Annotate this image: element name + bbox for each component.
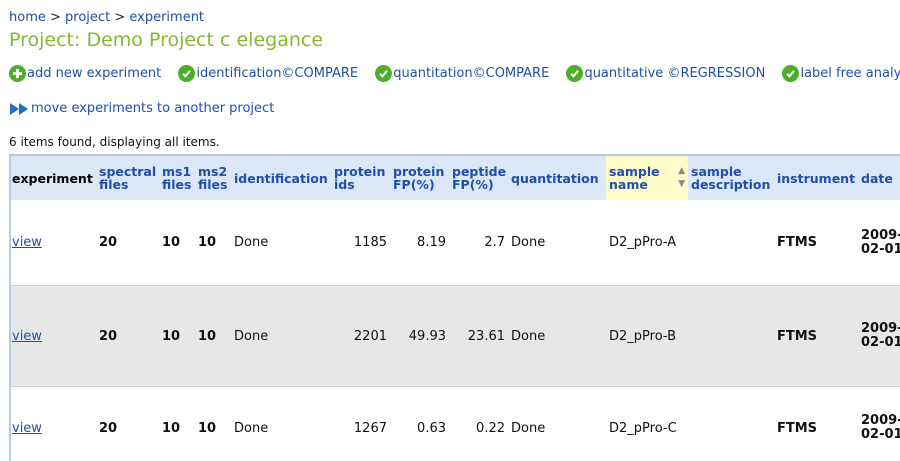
ms2-files-cell: 10 [195,200,231,286]
ms1-files-cell: 10 [159,285,195,387]
experiments-table: experiment spectral files ms1 files ms2 … [9,154,900,461]
spectral-files-cell: 20 [96,285,159,387]
date-cell: 2009- 02-01 [858,285,900,387]
breadcrumb-separator: > [50,10,61,25]
table-row: view 20 10 10 Done 1185 8.19 2.7 Done D2… [9,200,900,286]
peptide-fp-cell: 0.22 [449,386,508,461]
protein-fp-cell: 49.93 [390,285,449,387]
col-header-ms1-files[interactable]: ms1 files [159,154,195,200]
identification-cell: Done [231,386,331,461]
col-header-peptide-fp[interactable]: peptide FP(%) [449,154,508,200]
experiment-cell: view [9,285,96,387]
table-row: view 20 10 10 Done 1267 0.63 0.22 Done D… [9,386,900,461]
check-icon [375,65,393,82]
table-header-row: experiment spectral files ms1 files ms2 … [9,154,900,200]
add-new-experiment-link[interactable]: add new experiment [9,65,161,82]
col-header-instrument[interactable]: instrument [774,154,858,200]
sample-description-cell [688,285,774,387]
sample-name-cell: D2_pPro-A [606,200,688,286]
move-experiments-link[interactable]: move experiments to another project [9,101,274,116]
table-row: view 20 10 10 Done 2201 49.93 23.61 Done… [9,285,900,387]
col-header-protein-ids[interactable]: protein ids [331,154,390,200]
breadcrumb-project-link[interactable]: project [65,10,110,25]
sample-description-cell [688,200,774,286]
col-header-sample-description[interactable]: sample description [688,154,774,200]
ms2-files-cell: 10 [195,386,231,461]
col-header-identification[interactable]: identification [231,154,331,200]
quantitative-regression-label: quantitative ©REGRESSION [584,66,766,81]
check-icon [178,65,196,82]
quantitation-compare-label: quantitation©COMPARE [393,66,550,81]
col-header-sample-name-label: sample name [609,164,660,192]
view-experiment-link[interactable]: view [12,421,42,436]
identification-cell: Done [231,285,331,387]
spectral-files-cell: 20 [96,200,159,286]
ms2-files-cell: 10 [195,285,231,387]
col-header-spectral-files[interactable]: spectral files [96,154,159,200]
experiment-cell: view [9,200,96,286]
quantitative-regression-link[interactable]: quantitative ©REGRESSION [566,65,765,82]
breadcrumb-home-link[interactable]: home [9,10,46,25]
breadcrumb-separator: > [114,10,126,25]
label-free-analysis-link[interactable]: label free analysis [782,65,900,82]
sample-description-cell [688,386,774,461]
experiment-cell: view [9,386,96,461]
experiments-table-container: experiment spectral files ms1 files ms2 … [9,154,900,461]
check-icon [782,65,800,82]
col-header-quantitation[interactable]: quantitation [508,154,606,200]
action-bar: add new experiment identification©COMPAR… [9,65,900,83]
sample-name-cell: D2_pPro-B [606,285,688,387]
sample-name-cell: D2_pPro-C [606,386,688,461]
protein-ids-cell: 1267 [331,386,390,461]
protein-fp-cell: 8.19 [390,200,449,286]
quantitation-compare-link[interactable]: quantitation©COMPARE [375,65,549,82]
date-cell: 2009- 02-01 [858,200,900,286]
view-experiment-link[interactable]: view [12,329,42,344]
sort-icon: ▲ ▼ [678,166,685,189]
result-summary: 6 items found, displaying all items. [9,135,220,149]
date-cell: 2009- 02-01 [858,386,900,461]
identification-compare-label: identification©COMPARE [196,66,359,81]
instrument-cell: FTMS [774,386,858,461]
check-icon [566,65,584,82]
col-header-protein-fp[interactable]: protein FP(%) [390,154,449,200]
peptide-fp-cell: 2.7 [449,200,508,286]
protein-ids-cell: 1185 [331,200,390,286]
view-experiment-link[interactable]: view [12,235,42,250]
identification-compare-link[interactable]: identification©COMPARE [178,65,358,82]
move-experiments-label: move experiments to another project [31,101,275,116]
label-free-analysis-label: label free analysis [800,66,900,81]
breadcrumb-experiment-link[interactable]: experiment [129,10,204,25]
quantitation-cell: Done [508,285,606,387]
quantitation-cell: Done [508,386,606,461]
peptide-fp-cell: 23.61 [449,285,508,387]
protein-fp-cell: 0.63 [390,386,449,461]
col-header-ms2-files[interactable]: ms2 files [195,154,231,200]
page-title: Project: Demo Project c elegance [9,29,324,51]
fast-forward-icon [10,102,28,115]
quantitation-cell: Done [508,200,606,286]
col-header-sample-name[interactable]: ▲ ▼ sample name [606,154,688,200]
add-icon [9,65,26,82]
add-new-experiment-label: add new experiment [27,66,162,81]
instrument-cell: FTMS [774,285,858,387]
spectral-files-cell: 20 [96,386,159,461]
table-left-border [9,154,11,461]
protein-ids-cell: 2201 [331,285,390,387]
ms1-files-cell: 10 [159,200,195,286]
instrument-cell: FTMS [774,200,858,286]
identification-cell: Done [231,200,331,286]
breadcrumb: home > project > experiment [9,10,204,25]
col-header-experiment[interactable]: experiment [9,154,96,200]
col-header-date[interactable]: date [858,154,900,200]
ms1-files-cell: 10 [159,386,195,461]
